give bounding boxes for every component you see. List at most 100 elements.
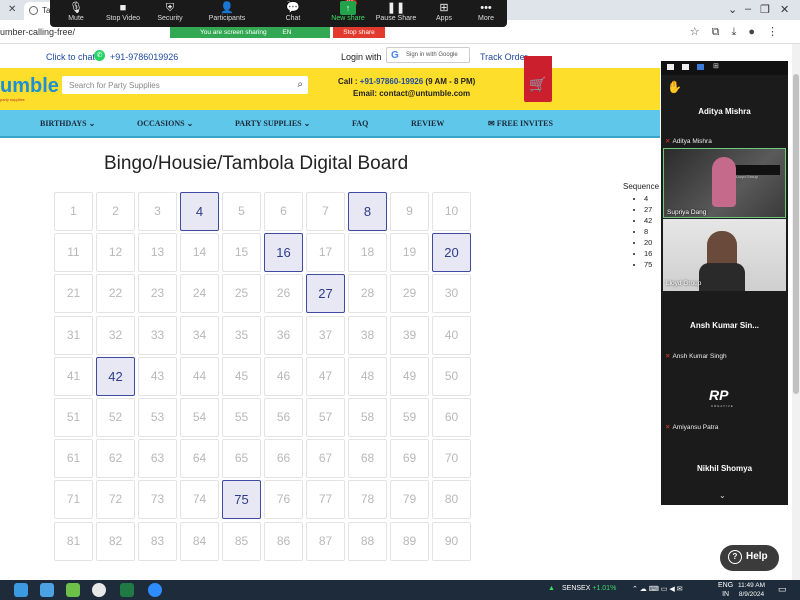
- board-cell[interactable]: 58: [348, 398, 387, 437]
- board-cell[interactable]: 21: [54, 274, 93, 314]
- board-cell[interactable]: 65: [222, 439, 261, 479]
- stop-video-button[interactable]: ■ Stop Video: [97, 1, 149, 22]
- nav-free-invites[interactable]: ✉ FREE INVITES: [488, 119, 553, 128]
- minimize-icon[interactable]: –: [745, 3, 751, 15]
- board-cell[interactable]: 19: [390, 233, 429, 273]
- search-icon[interactable]: ⌕: [297, 79, 303, 90]
- board-cell[interactable]: 74: [180, 480, 219, 520]
- board-cell[interactable]: 77: [306, 480, 345, 520]
- board-cell-called[interactable]: 8: [348, 192, 387, 231]
- board-cell[interactable]: 76: [264, 480, 303, 520]
- board-cell[interactable]: 2: [96, 192, 135, 231]
- google-signin-button[interactable]: G Sign in with Google: [386, 47, 470, 63]
- board-cell[interactable]: 18: [348, 233, 387, 273]
- participants-button[interactable]: 👤 Participants: [201, 1, 253, 22]
- board-cell[interactable]: 6: [264, 192, 303, 231]
- security-button[interactable]: ⛨ Security: [144, 1, 196, 22]
- extensions-icon[interactable]: ⧉: [712, 26, 732, 38]
- board-cell[interactable]: 84: [180, 521, 219, 561]
- close-tab-icon[interactable]: ✕: [8, 4, 16, 15]
- view-icon[interactable]: [697, 64, 704, 70]
- board-cell[interactable]: 48: [348, 356, 387, 396]
- board-cell[interactable]: 9: [390, 192, 429, 231]
- board-cell[interactable]: 39: [390, 315, 429, 355]
- nav-birthdays[interactable]: BIRTHDAYS ⌄: [40, 119, 95, 128]
- board-cell[interactable]: 73: [138, 480, 177, 520]
- board-cell-called[interactable]: 75: [222, 480, 261, 520]
- board-cell[interactable]: 41: [54, 356, 93, 396]
- start-icon[interactable]: [14, 583, 28, 597]
- mute-button[interactable]: 🎙 Mute: [50, 1, 102, 22]
- board-cell[interactable]: 80: [432, 480, 471, 520]
- board-cell[interactable]: 25: [222, 274, 261, 314]
- board-cell[interactable]: 59: [390, 398, 429, 437]
- download-icon[interactable]: ⤓: [731, 26, 748, 38]
- whatsapp-icon[interactable]: ✆: [94, 50, 105, 61]
- board-cell[interactable]: 86: [264, 521, 303, 561]
- board-cell[interactable]: 68: [348, 439, 387, 479]
- board-cell[interactable]: 1: [54, 192, 93, 231]
- more-button[interactable]: ••• More: [460, 1, 512, 22]
- board-cell[interactable]: 56: [264, 398, 303, 437]
- board-cell[interactable]: 72: [96, 480, 135, 520]
- chat-button[interactable]: 💬 Chat: [267, 1, 319, 22]
- board-cell[interactable]: 52: [96, 398, 135, 437]
- board-cell[interactable]: 71: [54, 480, 93, 520]
- board-cell[interactable]: 43: [138, 356, 177, 396]
- nav-review[interactable]: REVIEW: [411, 119, 444, 128]
- board-cell[interactable]: 45: [222, 356, 261, 396]
- board-cell[interactable]: 44: [180, 356, 219, 396]
- board-cell[interactable]: 36: [264, 315, 303, 355]
- board-cell[interactable]: 60: [432, 398, 471, 437]
- board-cell[interactable]: 51: [54, 398, 93, 437]
- board-cell[interactable]: 10: [432, 192, 471, 231]
- participant-video[interactable]: Lloyd Group Supriya Dang: [663, 148, 786, 218]
- board-cell[interactable]: 66: [264, 439, 303, 479]
- track-order-link[interactable]: Track Order: [480, 52, 528, 62]
- help-button[interactable]: ? Help: [720, 545, 779, 571]
- board-cell[interactable]: 12: [96, 233, 135, 273]
- click-to-chat-link[interactable]: Click to chat: [46, 52, 95, 62]
- profile-icon[interactable]: ●: [748, 26, 767, 38]
- board-cell[interactable]: 82: [96, 521, 135, 561]
- board-cell[interactable]: 40: [432, 315, 471, 355]
- board-cell-called[interactable]: 27: [306, 274, 345, 314]
- board-cell-called[interactable]: 42: [96, 356, 135, 396]
- board-cell[interactable]: 28: [348, 274, 387, 314]
- maximize-icon[interactable]: ❐: [760, 3, 770, 16]
- board-cell[interactable]: 26: [264, 274, 303, 314]
- board-cell[interactable]: 32: [96, 315, 135, 355]
- menu-dots-icon[interactable]: ⋮: [767, 26, 790, 38]
- sensex-ticker[interactable]: SENSEX +1.01%: [562, 585, 616, 592]
- board-cell[interactable]: 35: [222, 315, 261, 355]
- clock[interactable]: 11:49 AM 8/9/2024: [738, 581, 765, 599]
- board-cell[interactable]: 87: [306, 521, 345, 561]
- board-cell[interactable]: 70: [432, 439, 471, 479]
- nav-party-supplies[interactable]: PARTY SUPPLIES ⌄: [235, 119, 310, 128]
- board-cell[interactable]: 46: [264, 356, 303, 396]
- site-logo[interactable]: umble: [0, 75, 59, 98]
- board-cell-called[interactable]: 16: [264, 233, 303, 273]
- board-cell[interactable]: 90: [432, 521, 471, 561]
- board-cell[interactable]: 55: [222, 398, 261, 437]
- board-cell[interactable]: 78: [348, 480, 387, 520]
- board-cell[interactable]: 50: [432, 356, 471, 396]
- board-cell-called[interactable]: 4: [180, 192, 219, 231]
- board-cell[interactable]: 89: [390, 521, 429, 561]
- close-window-icon[interactable]: ✕: [780, 3, 789, 16]
- board-cell[interactable]: 81: [54, 521, 93, 561]
- view-icon[interactable]: [682, 64, 689, 70]
- board-cell[interactable]: 14: [180, 233, 219, 273]
- new-share-button[interactable]: ↑ New share: [322, 1, 374, 22]
- board-cell[interactable]: 11: [54, 233, 93, 273]
- board-cell-called[interactable]: 20: [432, 233, 471, 273]
- search-input[interactable]: Search for Party Supplies ⌕: [62, 76, 308, 94]
- board-cell[interactable]: 22: [96, 274, 135, 314]
- board-cell[interactable]: 29: [390, 274, 429, 314]
- board-cell[interactable]: 49: [390, 356, 429, 396]
- page-scrollbar[interactable]: [792, 44, 800, 580]
- board-cell[interactable]: 47: [306, 356, 345, 396]
- board-cell[interactable]: 31: [54, 315, 93, 355]
- nav-faq[interactable]: FAQ: [352, 119, 368, 128]
- board-cell[interactable]: 30: [432, 274, 471, 314]
